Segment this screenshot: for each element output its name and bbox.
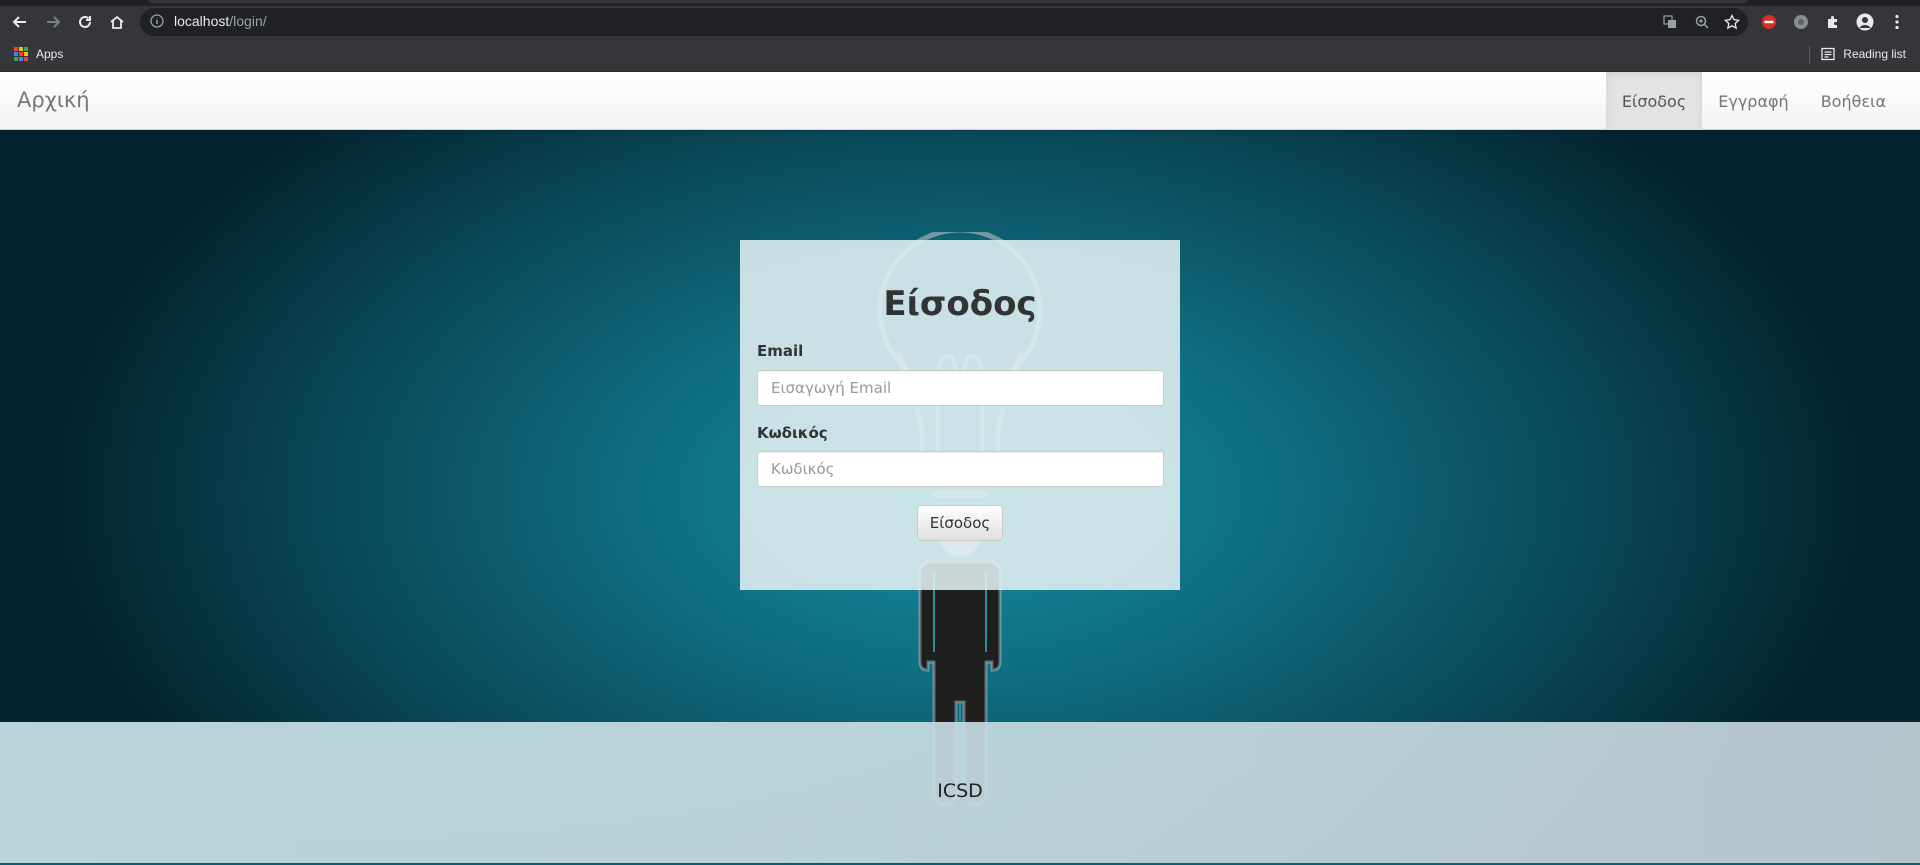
apps-grid-icon (14, 47, 28, 61)
zoom-icon[interactable] (1694, 14, 1710, 30)
profile-icon[interactable] (1856, 13, 1874, 31)
nav-brand-home[interactable]: Αρχική (17, 88, 90, 112)
login-submit-button[interactable]: Είσοδος (917, 505, 1003, 541)
arrow-right-icon (47, 16, 61, 28)
reload-icon (79, 15, 91, 28)
back-button[interactable] (8, 10, 32, 34)
login-title: Είσοδος (883, 284, 1037, 324)
email-label: Email (757, 342, 804, 360)
translate-icon[interactable] (1662, 14, 1678, 30)
password-label: Κωδικός (757, 424, 828, 442)
email-input[interactable] (757, 370, 1164, 406)
info-icon[interactable] (150, 14, 164, 28)
forward-button[interactable] (41, 10, 65, 34)
home-button[interactable] (105, 10, 129, 34)
bookmark-apps-label: Apps (36, 47, 64, 61)
browser-toolbar: localhost/login/ (0, 6, 1920, 38)
password-input[interactable] (757, 451, 1164, 487)
home-icon (110, 15, 124, 29)
page-viewport: Αρχική Είσοδος Εγγραφή Βοήθεια Είσοδος E… (0, 72, 1920, 865)
menu-kebab-icon[interactable] (1888, 13, 1906, 31)
reading-list-icon (1821, 47, 1835, 61)
nav-item-help[interactable]: Βοήθεια (1805, 72, 1920, 130)
footer-text: ICSD (937, 780, 983, 802)
bookmarks-bar: Apps Reading list (0, 38, 1920, 72)
nav-menu: Είσοδος Εγγραφή Βοήθεια (1605, 72, 1920, 130)
bookmarks-divider (1809, 46, 1810, 64)
adblock-extension-icon[interactable] (1760, 13, 1778, 31)
reading-list-button[interactable]: Reading list (1821, 47, 1906, 61)
extension-globe-icon[interactable] (1792, 13, 1810, 31)
nav-item-register[interactable]: Εγγραφή (1702, 72, 1804, 130)
top-navbar: Αρχική Είσοδος Εγγραφή Βοήθεια (0, 72, 1920, 130)
reload-button[interactable] (73, 10, 97, 34)
extensions-puzzle-icon[interactable] (1824, 13, 1842, 31)
arrow-left-icon (12, 16, 26, 28)
url-text[interactable]: localhost/login/ (174, 13, 267, 29)
reading-list-label: Reading list (1843, 47, 1906, 61)
bookmark-apps[interactable]: Apps (14, 47, 63, 61)
login-card: Είσοδος Email Κωδικός Είσοδος (740, 240, 1180, 590)
star-icon[interactable] (1724, 14, 1740, 30)
nav-item-login[interactable]: Είσοδος (1605, 72, 1703, 130)
address-bar[interactable]: localhost/login/ (140, 8, 1748, 36)
page-footer: ICSD (0, 722, 1920, 865)
